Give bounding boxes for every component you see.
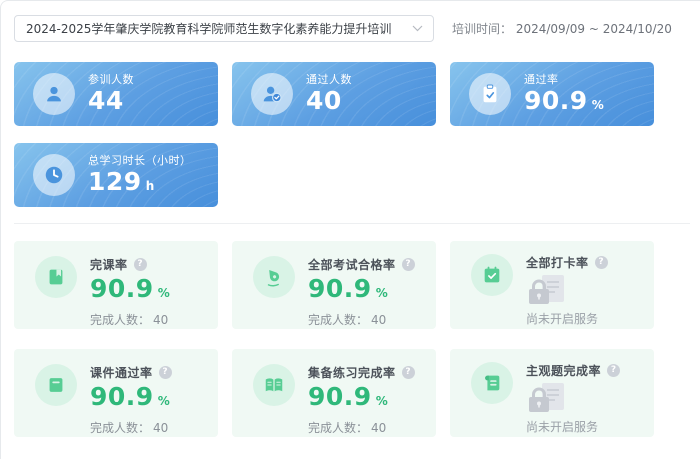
summary-card-unit: h bbox=[146, 179, 155, 193]
metric-footer-label: 完成人数： bbox=[90, 313, 150, 327]
training-period-value: 2024/09/09 ~ 2024/10/20 bbox=[516, 22, 672, 36]
help-icon[interactable]: ? bbox=[595, 256, 608, 269]
metric-value: 90.9 bbox=[308, 275, 372, 303]
summary-card-label: 通过率 bbox=[524, 73, 604, 86]
program-select-value: 2024-2025学年肇庆学院教育科学院师范生数字化素养能力提升培训 bbox=[26, 20, 391, 37]
summary-card-value: 44 bbox=[88, 87, 124, 115]
locked-text: 尚未开启服务 bbox=[526, 418, 620, 435]
training-period-label: 培训时间： bbox=[452, 22, 512, 36]
summary-card-passed: 通过人数 40 bbox=[232, 62, 436, 126]
summary-card-total-hours: 总学习时长（小时） 129 h bbox=[14, 143, 218, 207]
metric-title: 全部考试合格率 bbox=[308, 256, 396, 273]
metric-card-practice-completion-rate: 集备练习完成率 ? 90.9 % 完成人数：40 bbox=[232, 349, 436, 437]
metric-footer-label: 完成人数： bbox=[90, 421, 150, 435]
metric-title: 集备练习完成率 bbox=[308, 364, 396, 381]
metric-card-subjective-completion-rate: 主观题完成率 ? 尚未开启服务 bbox=[450, 349, 654, 437]
metric-unit: % bbox=[376, 394, 388, 408]
person-icon bbox=[33, 73, 75, 115]
metric-footer-label: 完成人数： bbox=[308, 313, 368, 327]
scroll-lines-icon bbox=[471, 362, 513, 404]
metric-footer: 完成人数：40 bbox=[90, 311, 170, 328]
summary-card-label: 总学习时长（小时） bbox=[88, 154, 192, 167]
metric-footer: 完成人数：40 bbox=[90, 419, 172, 436]
metric-card-courseware-pass-rate: 课件通过率 ? 90.9 % 完成人数：40 bbox=[14, 349, 218, 437]
summary-card-label: 参训人数 bbox=[88, 73, 134, 86]
pen-nib-icon bbox=[253, 256, 295, 298]
clipboard-check-icon bbox=[469, 73, 511, 115]
training-period: 培训时间： 2024/09/09 ~ 2024/10/20 bbox=[452, 20, 672, 37]
chevron-down-icon bbox=[412, 25, 423, 32]
book-bookmark-icon bbox=[35, 256, 77, 298]
open-book-icon bbox=[253, 364, 295, 406]
metric-cards: 完课率 ? 90.9 % 完成人数：40 全部考试合格率 ? 90.9 % bbox=[14, 241, 654, 437]
summary-card-value: 90.9 bbox=[524, 87, 588, 115]
summary-card-pass-rate: 通过率 90.9 % bbox=[450, 62, 654, 126]
top-bar: 2024-2025学年肇庆学院教育科学院师范生数字化素养能力提升培训 培训时间：… bbox=[0, 0, 700, 42]
metric-title: 主观题完成率 bbox=[526, 362, 601, 379]
person-check-icon bbox=[251, 73, 293, 115]
metric-value: 90.9 bbox=[308, 383, 372, 411]
metric-footer: 完成人数：40 bbox=[308, 419, 415, 436]
metric-footer-value: 40 bbox=[371, 421, 386, 435]
metric-footer-value: 40 bbox=[153, 313, 168, 327]
metric-title: 完课率 bbox=[90, 256, 128, 273]
metric-value: 90.9 bbox=[90, 383, 154, 411]
help-icon[interactable]: ? bbox=[134, 258, 147, 271]
summary-card-unit: % bbox=[592, 98, 604, 112]
help-icon[interactable]: ? bbox=[402, 258, 415, 271]
summary-card-participants: 参训人数 44 bbox=[14, 62, 218, 126]
help-icon[interactable]: ? bbox=[402, 366, 415, 379]
lock-document-icon bbox=[526, 275, 608, 305]
summary-cards: 参训人数 44 通过人数 40 通过率 90.9 % bbox=[14, 62, 654, 207]
metric-footer-label: 完成人数： bbox=[308, 421, 368, 435]
metric-unit: % bbox=[158, 394, 170, 408]
metric-card-exam-pass-rate: 全部考试合格率 ? 90.9 % 完成人数：40 bbox=[232, 241, 436, 329]
summary-card-value: 129 bbox=[88, 168, 142, 196]
help-icon[interactable]: ? bbox=[159, 366, 172, 379]
program-select[interactable]: 2024-2025学年肇庆学院教育科学院师范生数字化素养能力提升培训 bbox=[14, 15, 434, 42]
metric-footer-value: 40 bbox=[153, 421, 168, 435]
help-icon[interactable]: ? bbox=[607, 364, 620, 377]
courseware-icon bbox=[35, 364, 77, 406]
locked-text: 尚未开启服务 bbox=[526, 310, 608, 327]
metric-footer: 完成人数：40 bbox=[308, 311, 415, 328]
metric-unit: % bbox=[376, 286, 388, 300]
lock-document-icon bbox=[526, 383, 620, 413]
metric-footer-value: 40 bbox=[371, 313, 386, 327]
metric-title: 全部打卡率 bbox=[526, 254, 589, 271]
metric-card-checkin-rate: 全部打卡率 ? 尚未开启服务 bbox=[450, 241, 654, 329]
clock-icon bbox=[33, 154, 75, 196]
metric-unit: % bbox=[158, 286, 170, 300]
metric-card-completion-rate: 完课率 ? 90.9 % 完成人数：40 bbox=[14, 241, 218, 329]
metric-title: 课件通过率 bbox=[90, 364, 153, 381]
calendar-check-icon bbox=[471, 254, 513, 296]
summary-card-value: 40 bbox=[306, 87, 342, 115]
metric-value: 90.9 bbox=[90, 275, 154, 303]
summary-card-label: 通过人数 bbox=[306, 73, 352, 86]
section-divider bbox=[14, 223, 690, 224]
